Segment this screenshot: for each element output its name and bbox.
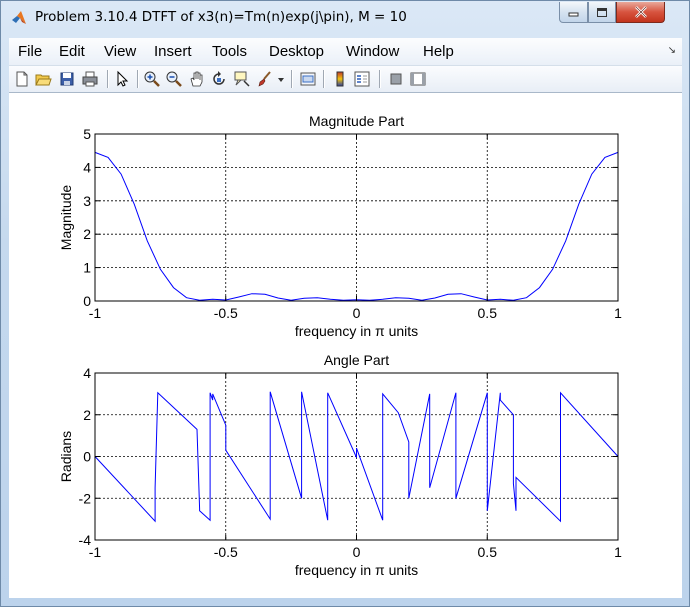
rotate-3d-icon[interactable] [210,70,228,88]
y-tick-label: 5 [83,126,91,142]
menu-help[interactable]: Help [423,43,454,60]
menu-bar: File Edit View Insert Tools Desktop Wind… [9,38,682,66]
window-title: Problem 3.10.4 DTFT of x3(n)=Tm(n)exp(j\… [35,9,407,25]
toolbar-separator [107,70,109,88]
close-button[interactable] [616,2,665,23]
zoom-out-icon[interactable] [165,70,183,88]
y-tick-label: 4 [83,365,91,381]
y-tick-label: 2 [83,226,91,242]
y-axis-label: Magnitude [58,185,74,251]
x-axis-label: frequency in π units [295,323,418,339]
figure-window: Problem 3.10.4 DTFT of x3(n)=Tm(n)exp(j\… [0,0,690,607]
y-tick-label: -2 [79,490,92,506]
link-plot-icon[interactable] [299,70,317,88]
colorbar-icon[interactable] [331,70,349,88]
title-bar[interactable]: Problem 3.10.4 DTFT of x3(n)=Tm(n)exp(j\… [1,1,689,35]
minimize-button[interactable] [559,2,588,23]
toolbar-separator [291,70,293,88]
y-tick-label: 2 [83,407,91,423]
x-tick-label: -0.5 [214,544,238,560]
x-tick-label: 1 [614,305,622,321]
zoom-in-icon[interactable] [143,70,161,88]
legend-icon[interactable] [353,70,371,88]
toolbar-separator [323,70,325,88]
maximize-icon [597,7,607,17]
new-figure-icon[interactable] [13,70,31,88]
brush-icon[interactable] [256,70,274,88]
matlab-logo-icon [12,11,26,24]
y-tick-label: 3 [83,193,91,209]
figure-canvas[interactable]: -1 -0.5 0 0.5 1 0 1 2 3 4 5 Magnitude Part frequency… [9,93,682,598]
close-icon [634,6,647,18]
brush-dropdown-icon[interactable] [276,70,286,88]
show-plot-tools-icon[interactable] [409,70,427,88]
menu-edit[interactable]: Edit [59,43,85,60]
data-cursor-icon[interactable] [233,70,251,88]
pan-hand-icon[interactable] [188,70,206,88]
x-axis-label: frequency in π units [295,562,418,578]
y-tick-label: 0 [83,293,91,309]
open-file-icon[interactable] [34,70,52,88]
menu-desktop[interactable]: Desktop [269,43,324,60]
dock-arrow-icon[interactable]: ↘ [668,45,676,56]
x-tick-label: 0.5 [478,544,498,560]
figure-toolbar [9,66,682,93]
x-tick-label: 0.5 [478,305,498,321]
x-tick-label: 0 [353,544,361,560]
y-axis-label: Radians [58,431,74,482]
hide-plot-tools-icon[interactable] [387,70,405,88]
menu-window[interactable]: Window [346,43,399,60]
y-tick-label: -4 [79,532,92,548]
y-tick-label: 0 [83,449,91,465]
y-tick-label: 1 [83,260,91,276]
x-tick-label: 1 [614,544,622,560]
y-tick-label: 4 [83,159,91,175]
save-icon[interactable] [58,70,76,88]
chart-title: Magnitude Part [309,113,404,129]
pointer-icon[interactable] [113,70,131,88]
menu-tools[interactable]: Tools [212,43,247,60]
print-icon[interactable] [81,70,99,88]
x-tick-label: 0 [353,305,361,321]
maximize-button[interactable] [588,2,616,23]
toolbar-separator [379,70,381,88]
menu-view[interactable]: View [104,43,136,60]
menu-insert[interactable]: Insert [154,43,192,60]
chart-title: Angle Part [324,352,389,368]
toolbar-separator [137,70,139,88]
plot-area[interactable]: -1 -0.5 0 0.5 1012345Magnitude Partfrequency… [9,93,682,598]
minimize-icon [568,12,578,17]
menu-file[interactable]: File [18,43,42,60]
x-tick-label: -0.5 [214,305,238,321]
